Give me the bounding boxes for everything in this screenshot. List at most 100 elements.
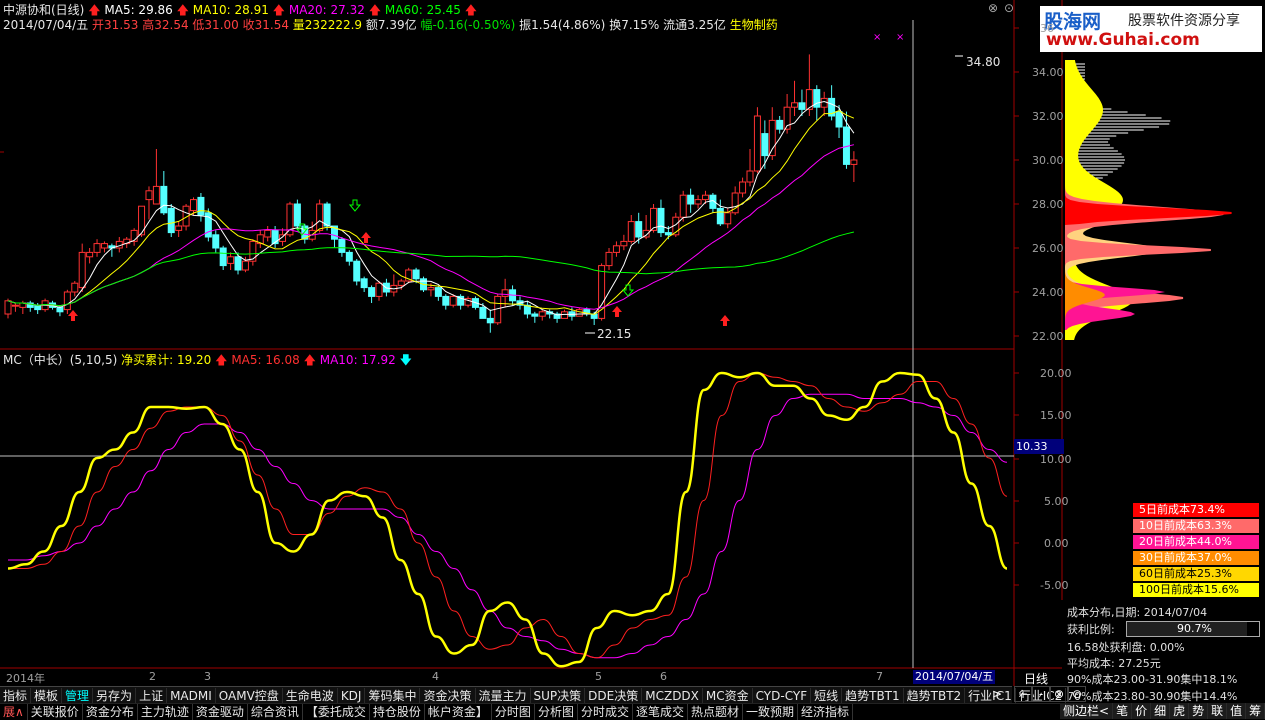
tab-indicator-10[interactable]: 资金决策 [420, 688, 476, 704]
tab-side-8[interactable]: 筹 [1246, 703, 1265, 719]
settings-button[interactable]: ⊙ [1068, 686, 1086, 702]
indicator-tick: 10.00 [1040, 453, 1072, 466]
candle-body [345, 251, 353, 262]
tab-indicator-8[interactable]: KDJ [338, 688, 366, 704]
tab-function-11[interactable]: 分时成交 [578, 704, 633, 720]
cost-legend-20d: 20日前成本44.0% [1133, 535, 1259, 549]
profit-bar: 90.7% [1126, 621, 1260, 637]
quote-industry[interactable]: 生物制药 [730, 18, 778, 32]
candle-body [701, 194, 709, 201]
zoom-in-button[interactable]: + [1014, 686, 1032, 702]
tab-function-10[interactable]: 分析图 [535, 704, 578, 720]
candle-body [538, 311, 546, 317]
candle-body [227, 256, 235, 264]
price-tick: 26.00 [1032, 242, 1064, 255]
candle-body [93, 243, 101, 253]
side-tab-bar: 侧边栏< 笔价细虎势联值筹 [1060, 703, 1265, 719]
indicator-name[interactable]: MC（中长）(5,10,5) [3, 353, 117, 367]
candle-body [71, 282, 79, 293]
tab-indicator-16[interactable]: CYD-CYF [753, 688, 812, 704]
tab-function-8[interactable]: 帐户资金】 [425, 704, 492, 720]
tab-indicator-3[interactable]: 另存为 [93, 688, 137, 704]
tab-indicator-17[interactable]: 短线 [811, 688, 843, 704]
tab-function-0[interactable]: 展∧ [0, 704, 28, 720]
tab-function-6[interactable]: 【委托成交 [303, 704, 370, 720]
tab-function-1[interactable]: 关联报价 [28, 704, 83, 720]
tab-function-12[interactable]: 逐笔成交 [633, 704, 688, 720]
tab-indicator-4[interactable]: 上证 [136, 688, 168, 704]
tab-function-9[interactable]: 分时图 [492, 704, 535, 720]
tab-indicator-5[interactable]: MADMI [167, 688, 216, 704]
tabs-scroll-right-icon[interactable]: > [992, 687, 1002, 701]
zoom-out-button[interactable]: - [1032, 686, 1050, 702]
tab-function-15[interactable]: 经济指标 [798, 704, 854, 720]
candle-body [724, 212, 732, 225]
tab-function-13[interactable]: 热点题材 [688, 704, 743, 720]
tab-side-0[interactable]: 侧边栏< [1060, 703, 1114, 719]
candle-body [145, 190, 153, 201]
candle-body [605, 251, 613, 267]
ma20-label: MA20: 27.32 [288, 3, 365, 17]
tab-indicator-20[interactable]: 行业IC1 [965, 688, 1016, 704]
close-icon[interactable]: ⊗ [988, 1, 998, 15]
candle-body [687, 194, 695, 205]
candle-body [86, 251, 94, 258]
tab-side-3[interactable]: 细 [1151, 703, 1171, 719]
tab-function-14[interactable]: 一致预期 [743, 704, 799, 720]
candle-body [323, 203, 331, 227]
tab-indicator-14[interactable]: MCZDDX [642, 688, 703, 704]
price-tick: 22.00 [1032, 330, 1064, 343]
stock-title: 中源协和(日线) [3, 3, 85, 17]
tab-function-5[interactable]: 综合资讯 [248, 704, 303, 720]
indicator-tick: 20.00 [1040, 367, 1072, 380]
tab-indicator-0[interactable]: 指标 [0, 688, 32, 704]
time-axis-month: 7 [876, 670, 883, 683]
close-chart-button[interactable]: ⊗ [1050, 686, 1068, 702]
buy-arrow-icon [68, 310, 78, 321]
tab-side-7[interactable]: 值 [1227, 703, 1247, 719]
tab-function-2[interactable]: 资金分布 [83, 704, 138, 720]
candle-body [612, 245, 620, 253]
tab-function-7[interactable]: 持仓股份 [370, 704, 425, 720]
candle-body [449, 295, 457, 306]
tab-function-3[interactable]: 主力轨迹 [138, 704, 193, 720]
tab-indicator-12[interactable]: SUP决策 [531, 688, 586, 704]
tab-function-4[interactable]: 资金驱动 [193, 704, 248, 720]
ma5-line [7, 100, 855, 316]
candle-body [100, 243, 108, 249]
event-mark-icon: × [896, 32, 904, 43]
indicator-tick: 15.00 [1040, 409, 1072, 422]
tab-indicator-19[interactable]: 趋势TBT2 [904, 688, 966, 704]
indicator-ma5: MA5: 16.08 [231, 353, 300, 367]
cost-title: 成本分布,日期: 2014/07/04 [1067, 606, 1208, 619]
tab-side-4[interactable]: 虎 [1170, 703, 1190, 719]
ma5-label: MA5: 29.86 [104, 3, 173, 17]
ma60-label: MA60: 25.45 [384, 3, 461, 17]
tab-indicator-1[interactable]: 模板 [31, 688, 63, 704]
up-arrow-icon: 🡅 [303, 353, 316, 367]
candle-body [397, 280, 405, 286]
candle-body [338, 238, 346, 253]
period-selector[interactable]: 日线 [1024, 670, 1048, 687]
indicator-net-line [7, 371, 1008, 668]
tab-side-5[interactable]: 势 [1189, 703, 1209, 719]
cost-legend-5d: 5日前成本73.4% [1133, 503, 1259, 517]
watermark-logo: 股海网 股票软件资源分享 www.Guhai.com [1040, 6, 1262, 52]
tab-indicator-7[interactable]: 生命电波 [283, 688, 338, 704]
tab-indicator-6[interactable]: OAMV控盘 [216, 688, 283, 704]
up-arrow-icon: 🡅 [464, 3, 478, 17]
tab-side-1[interactable]: 笔 [1113, 703, 1133, 719]
tab-indicator-15[interactable]: MC资金 [703, 688, 753, 704]
tab-indicator-11[interactable]: 流量主力 [476, 688, 531, 704]
tab-indicator-13[interactable]: DDE决策 [585, 688, 643, 704]
function-tab-bar: 展∧ 关联报价 资金分布 主力轨迹 资金驱动 综合资讯 【委托成交 持仓股份 帐户资金】 分时图分… [0, 703, 1060, 720]
price-tick: 34.00 [1032, 66, 1064, 79]
cost-90: 90%成本23.00-31.90集中18.1% [1067, 673, 1238, 686]
tab-side-2[interactable]: 价 [1132, 703, 1152, 719]
tab-indicator-2[interactable]: 管理 [62, 688, 94, 704]
restore-icon[interactable]: ⊙ [1004, 1, 1014, 15]
candle-body [798, 102, 806, 110]
tab-indicator-18[interactable]: 趋势TBT1 [842, 688, 904, 704]
tab-side-6[interactable]: 联 [1208, 703, 1228, 719]
tab-indicator-9[interactable]: 筹码集中 [365, 688, 421, 704]
